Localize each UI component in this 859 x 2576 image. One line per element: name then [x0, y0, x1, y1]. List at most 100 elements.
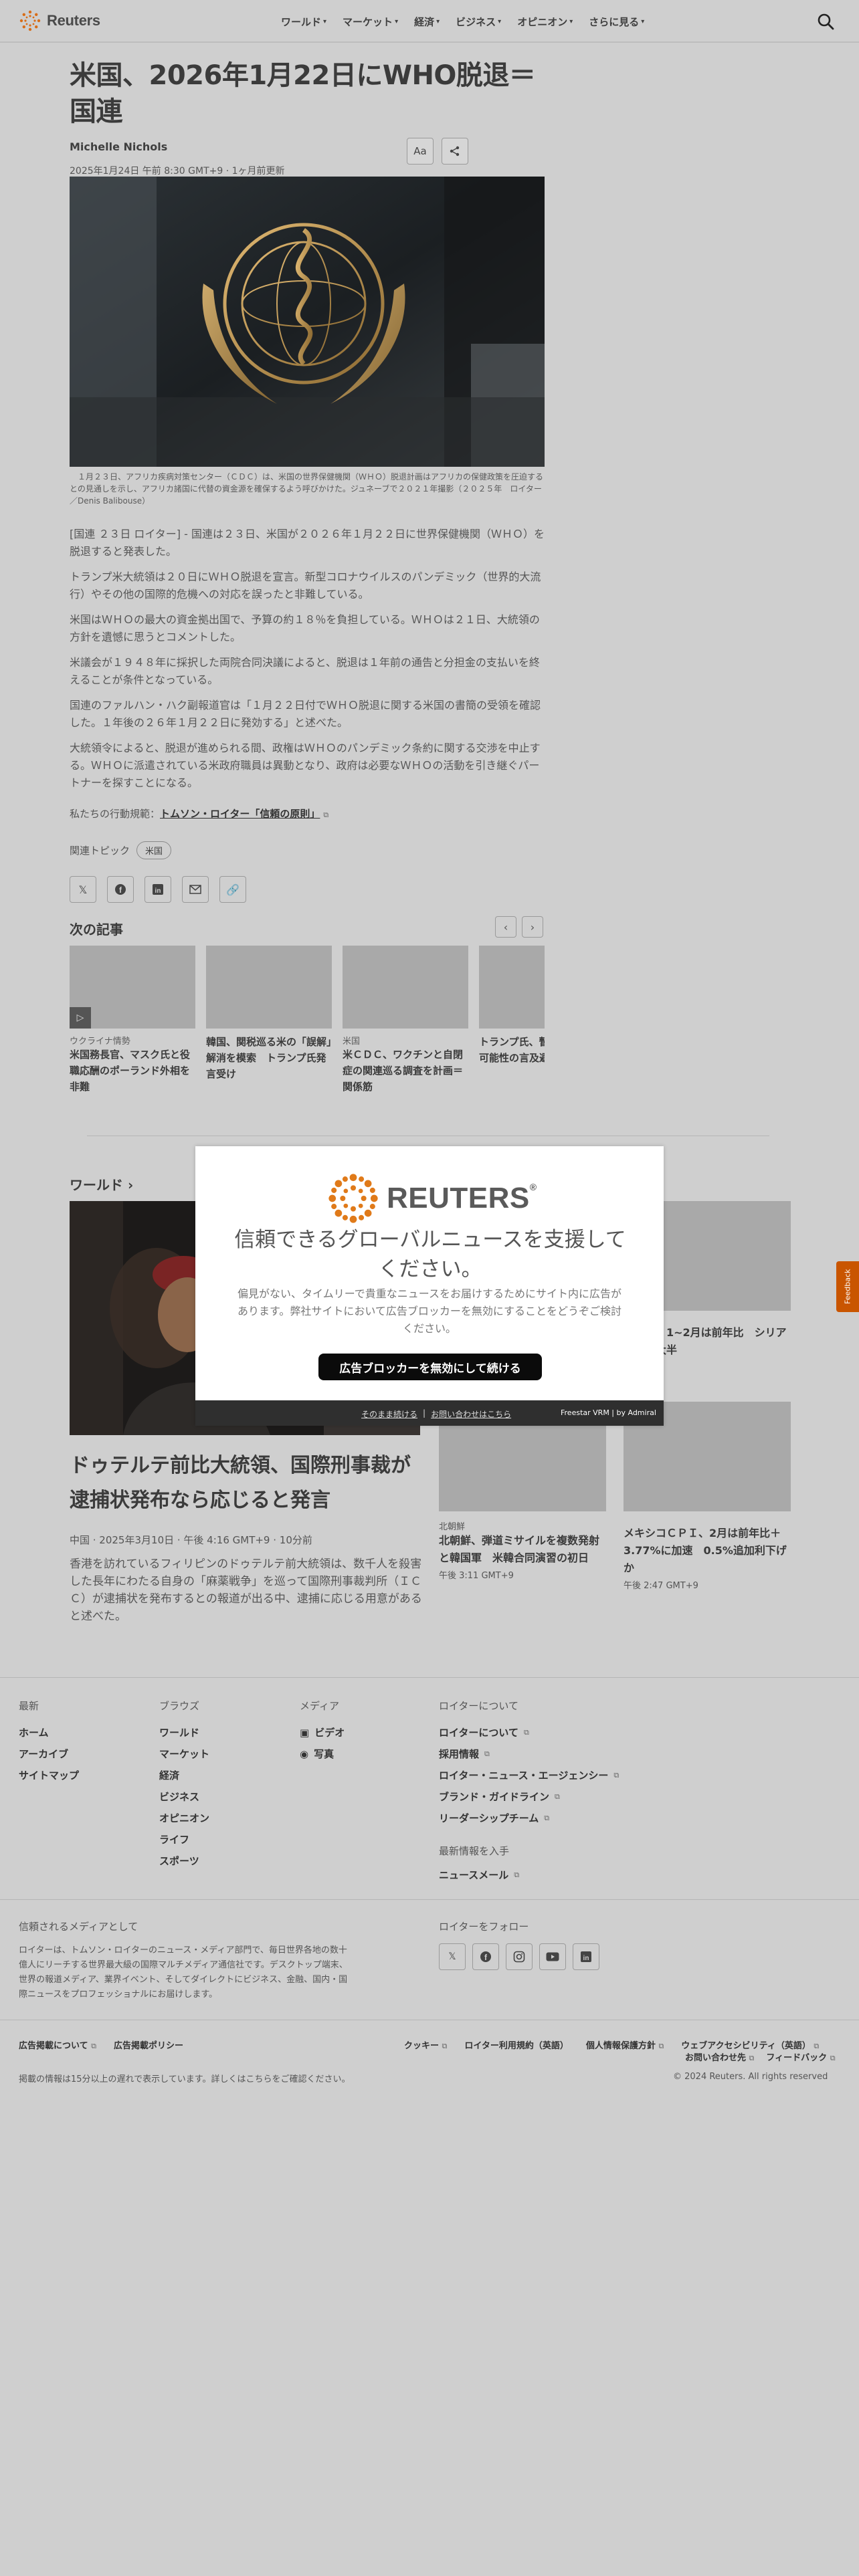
- trusted-description: ロイターは、トムソン・ロイターのニュース・メディア部門で、毎日世界各地の数十億人…: [19, 1945, 348, 2000]
- world-card[interactable]: メキシコＣＰＩ、2月は前年比＋3.77%に加速 0.5%追加利下げか 午後 2:…: [624, 1402, 791, 1591]
- next-article-card[interactable]: ▷ ウクライナ情勢 米国務長官、マスク氏と役職応酬のポーランド外相を非難: [70, 946, 195, 1095]
- facebook-icon[interactable]: f: [107, 876, 134, 903]
- card-title[interactable]: 北朝鮮、弾道ミサイルを複数発射と韓国軍 米韓合同演習の初日: [439, 1532, 606, 1567]
- nav-markets[interactable]: マーケット ▾: [343, 15, 398, 29]
- footer-link[interactable]: ロイター・ニュース・エージェンシー ⧉: [439, 1765, 619, 1786]
- chevron-down-icon: ▾: [436, 18, 440, 25]
- modal-brand-text: REUTERS: [387, 1182, 530, 1214]
- footer-link[interactable]: ライフ: [159, 1829, 209, 1850]
- footer-link[interactable]: オピニオン: [159, 1808, 209, 1829]
- card-title[interactable]: 韓国、関税巡る米の「誤解」解消を模索 トランプ氏発言受け: [206, 1034, 332, 1082]
- legal-link[interactable]: 広告掲載ポリシー: [114, 2038, 183, 2051]
- next-article-card[interactable]: トランプ氏、暫定気候法の可能性の言及避ける: [479, 946, 545, 1066]
- world-section-title[interactable]: ワールド ›: [70, 1174, 133, 1194]
- world-main-headline[interactable]: ドゥテルテ前比大統領、国際刑事裁が逮捕状発布なら応じると発言: [70, 1448, 424, 1518]
- youtube-icon[interactable]: [539, 1943, 566, 1970]
- legal-link[interactable]: ロイター利用規約（英語）: [464, 2038, 568, 2051]
- card-title[interactable]: 米ＣＤＣ、ワクチンと自閉症の関連巡る調査を計画＝関係筋: [343, 1047, 468, 1095]
- footer-link[interactable]: ロイターについて ⧉: [439, 1722, 619, 1743]
- legal-links-right-2: お問い合わせ先 ⧉ フィードバック ⧉: [685, 2050, 836, 2063]
- search-icon[interactable]: [816, 12, 835, 31]
- article-paragraph: 米議会が１９４８年に採択した両院合同決議によると、脱退は１年前の通告と分担金の支…: [70, 656, 540, 686]
- footer-link[interactable]: 経済: [159, 1765, 209, 1786]
- footer-link[interactable]: 採用情報 ⧉: [439, 1743, 619, 1765]
- trusted-title: 信頼されるメディアとして: [19, 1921, 138, 1933]
- footer-link-photo[interactable]: ◉ 写真: [300, 1743, 345, 1765]
- continue-link[interactable]: そのまま続ける: [361, 1408, 417, 1420]
- legal-link[interactable]: クッキー ⧉: [404, 2038, 447, 2051]
- email-icon[interactable]: [182, 876, 209, 903]
- footer-link-newsletter[interactable]: ニュースメール ⧉: [439, 1864, 619, 1886]
- chevron-down-icon: ▾: [395, 18, 399, 25]
- author-link[interactable]: Michelle Nichols: [70, 140, 545, 153]
- share-button[interactable]: [442, 138, 468, 165]
- topic-chip-us[interactable]: 米国: [136, 841, 172, 859]
- next-articles-carousel: ▷ ウクライナ情勢 米国務長官、マスク氏と役職応酬のポーランド外相を非難 韓国、…: [70, 946, 545, 1106]
- footer-link[interactable]: サイトマップ: [19, 1765, 79, 1786]
- nav-more[interactable]: さらに見る ▾: [589, 15, 644, 29]
- external-link-icon: ⧉: [91, 2042, 97, 2050]
- footer-link[interactable]: リーダーシップチーム ⧉: [439, 1808, 619, 1829]
- reuters-logo[interactable]: Reuters: [19, 9, 100, 32]
- nav-business[interactable]: ビジネス ▾: [456, 15, 501, 29]
- card-title[interactable]: メキシコＣＰＩ、2月は前年比＋3.77%に加速 0.5%追加利下げか: [624, 1525, 791, 1577]
- reuters-logo-icon: [19, 10, 41, 31]
- external-link-icon: ⧉: [814, 2042, 820, 2050]
- footer-link-video[interactable]: ▣ ビデオ: [300, 1722, 345, 1743]
- linkedin-icon[interactable]: in: [145, 876, 171, 903]
- footer-col-about: ロイターについて ロイターについて ⧉ 採用情報 ⧉ ロイター・ニュース・エージェン…: [439, 1699, 619, 1886]
- footer-link[interactable]: ホーム: [19, 1722, 79, 1743]
- footer-link[interactable]: ブランド・ガイドライン ⧉: [439, 1786, 619, 1808]
- contact-link[interactable]: お問い合わせはこちら: [431, 1408, 511, 1420]
- legal-link-label: フィードバック: [766, 2053, 828, 2063]
- world-card[interactable]: 北朝鮮 北朝鮮、弾道ミサイルを複数発射と韓国軍 米韓合同演習の初日 午後 3:1…: [439, 1402, 606, 1581]
- svg-text:in: in: [583, 1955, 589, 1962]
- copy-link-icon[interactable]: 🔗: [219, 876, 246, 903]
- footer-col-title: 最新: [19, 1700, 39, 1712]
- legal-link[interactable]: お問い合わせ先 ⧉: [685, 2050, 754, 2063]
- next-articles-nav: ‹ ›: [495, 916, 543, 938]
- nav-opinion[interactable]: オピニオン ▾: [517, 15, 573, 29]
- footer-link[interactable]: ビジネス: [159, 1786, 209, 1808]
- instagram-icon[interactable]: [506, 1943, 533, 1970]
- legal-link[interactable]: 広告掲載について ⧉: [19, 2038, 96, 2051]
- article-paragraph: 米国はＷＨＯの最大の資金拠出国で、予算の約１８％を負担している。ＷＨＯは２１日、…: [70, 613, 540, 643]
- principles-link[interactable]: トムソン・ロイター「信頼の原則」: [160, 808, 320, 820]
- nav-economy[interactable]: 経済 ▾: [414, 15, 440, 29]
- card-title[interactable]: トランプ氏、暫定気候法の可能性の言及避ける: [479, 1034, 545, 1066]
- footer-link[interactable]: アーカイブ: [19, 1743, 79, 1765]
- main-nav: ワールド ▾ マーケット ▾ 経済 ▾ ビジネス ▾ オピニオン ▾ さらに見る ▾: [281, 15, 644, 29]
- modal-brand-name: REUTERS®: [387, 1182, 537, 1215]
- disable-adblock-button[interactable]: 広告ブロッカーを無効にして続ける: [318, 1354, 542, 1380]
- card-title[interactable]: 米国務長官、マスク氏と役職応酬のポーランド外相を非難: [70, 1047, 195, 1095]
- play-icon[interactable]: ▷: [70, 1007, 91, 1029]
- legal-link[interactable]: 個人情報保護方針 ⧉: [586, 2038, 664, 2051]
- freestar-brand[interactable]: Freestar VRM | by Admiral: [561, 1408, 656, 1417]
- next-article-card[interactable]: 米国 米ＣＤＣ、ワクチンと自閉症の関連巡る調査を計画＝関係筋: [343, 946, 468, 1095]
- prev-arrow-icon[interactable]: ‹: [495, 916, 516, 938]
- topics-label: 関連トピック: [70, 845, 130, 857]
- footer-link[interactable]: スポーツ: [159, 1850, 209, 1872]
- next-article-card[interactable]: 韓国、関税巡る米の「誤解」解消を模索 トランプ氏発言受け: [206, 946, 332, 1082]
- facebook-icon[interactable]: f: [472, 1943, 499, 1970]
- video-icon: ▣: [300, 1727, 310, 1739]
- legal-link[interactable]: ウェブアクセシビリティ（英語） ⧉: [681, 2038, 819, 2051]
- x-icon[interactable]: 𝕏: [70, 876, 96, 903]
- footer-link[interactable]: ワールド: [159, 1722, 209, 1743]
- card-category: 米国: [343, 1037, 361, 1047]
- linkedin-glyph: in: [581, 1951, 591, 1962]
- data-delay-disclaimer: 掲載の情報は15分以上の遅れで表示しています。詳しくはこちらをご確認ください。: [19, 2074, 351, 2084]
- next-arrow-icon[interactable]: ›: [522, 916, 543, 938]
- nav-world[interactable]: ワールド ▾: [281, 15, 326, 29]
- footer-link[interactable]: マーケット: [159, 1743, 209, 1765]
- card-time: 午後 3:11 GMT+9: [439, 1571, 514, 1581]
- legal-link[interactable]: フィードバック ⧉: [766, 2050, 835, 2063]
- card-category: ウクライナ情勢: [70, 1037, 130, 1047]
- footer-link-label: ビデオ: [314, 1727, 345, 1739]
- x-icon[interactable]: 𝕏: [439, 1943, 466, 1970]
- feedback-tab[interactable]: Feedback: [836, 1261, 859, 1312]
- modal-footer-bar: そのまま続ける | お問い合わせはこちら Freestar VRM | by A…: [195, 1400, 664, 1426]
- world-title-label: ワールド: [70, 1177, 123, 1193]
- linkedin-icon[interactable]: in: [573, 1943, 599, 1970]
- text-size-button[interactable]: Aa: [407, 138, 434, 165]
